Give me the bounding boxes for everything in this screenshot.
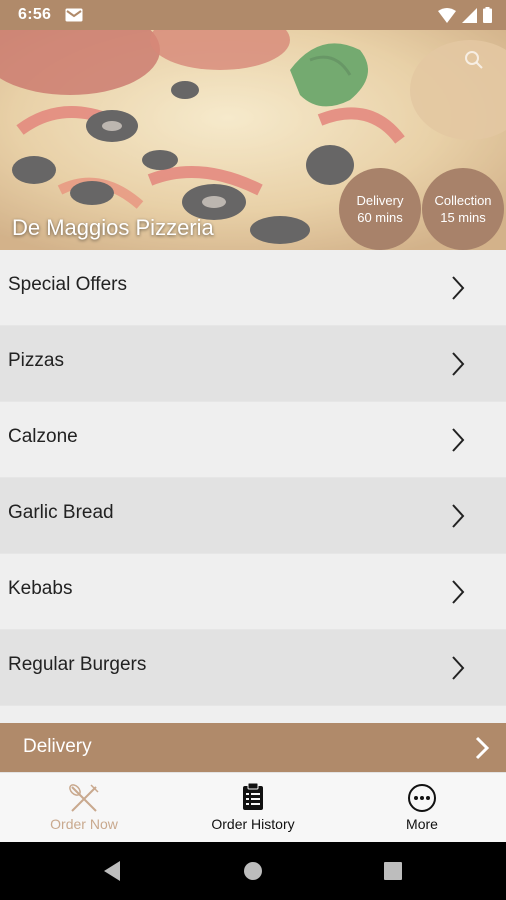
wifi-icon xyxy=(438,7,456,28)
battery-icon xyxy=(483,7,492,28)
tab-more-label: More xyxy=(406,816,438,832)
search-icon[interactable] xyxy=(464,50,484,75)
menu-item-calzone[interactable]: Calzone xyxy=(0,402,506,478)
tab-order-history[interactable]: Order History xyxy=(169,773,337,843)
menu-item-label: Regular Burgers xyxy=(8,654,147,675)
system-navigation-bar xyxy=(0,842,506,900)
delivery-badge-label: Delivery xyxy=(356,193,404,208)
home-icon[interactable] xyxy=(243,860,263,887)
tab-order-now-label: Order Now xyxy=(50,816,118,832)
menu-item-regular-burgers[interactable]: Regular Burgers xyxy=(0,630,506,706)
delivery-time-badge: Delivery 60 mins xyxy=(339,168,421,250)
menu-item-garlic-bread[interactable]: Garlic Bread xyxy=(0,478,506,554)
menu-item-label: Special Offers xyxy=(8,274,127,295)
tab-order-history-label: Order History xyxy=(211,816,295,832)
chevron-right-icon xyxy=(450,655,466,686)
collection-badge-time: 15 mins xyxy=(440,210,486,225)
recents-icon[interactable] xyxy=(383,860,403,887)
hero-banner: De Maggios Pizzeria Delivery 60 mins Col… xyxy=(0,30,506,250)
delivery-mode-label: Delivery xyxy=(23,736,92,757)
menu-item-kebabs[interactable]: Kebabs xyxy=(0,554,506,630)
menu-item-label: Calzone xyxy=(8,426,78,447)
signal-icon xyxy=(462,7,477,28)
menu-item-label: Garlic Bread xyxy=(8,502,114,523)
more-icon xyxy=(338,783,506,813)
delivery-mode-bar[interactable]: Delivery xyxy=(0,723,506,772)
tab-more[interactable]: More xyxy=(338,773,506,843)
chevron-right-icon xyxy=(450,275,466,306)
tab-order-now[interactable]: Order Now xyxy=(0,773,168,843)
menu-item-label: Kebabs xyxy=(8,578,73,599)
menu-item-special-offers[interactable]: Special Offers xyxy=(0,250,506,326)
collection-time-badge: Collection 15 mins xyxy=(422,168,504,250)
delivery-badge-time: 60 mins xyxy=(357,210,403,225)
menu-item-pizzas[interactable]: Pizzas xyxy=(0,326,506,402)
chevron-right-icon xyxy=(450,351,466,382)
chevron-right-icon xyxy=(450,579,466,610)
gmail-icon xyxy=(65,8,83,27)
fork-knife-icon xyxy=(0,783,168,815)
chevron-right-icon xyxy=(473,735,491,766)
status-bar: 6:56 xyxy=(0,0,506,30)
chevron-right-icon xyxy=(450,503,466,534)
status-time: 6:56 xyxy=(18,6,52,23)
chevron-right-icon xyxy=(450,427,466,458)
menu-category-list: Special Offers Pizzas Calzone Garlic Bre… xyxy=(0,250,506,723)
menu-item-label: Pizzas xyxy=(8,350,64,371)
collection-badge-label: Collection xyxy=(434,193,492,208)
status-icons xyxy=(438,7,492,28)
bottom-tab-bar: Order Now Order History More xyxy=(0,772,506,843)
back-icon[interactable] xyxy=(102,860,122,887)
clipboard-icon xyxy=(169,783,337,811)
restaurant-name: De Maggios Pizzeria xyxy=(12,215,214,240)
